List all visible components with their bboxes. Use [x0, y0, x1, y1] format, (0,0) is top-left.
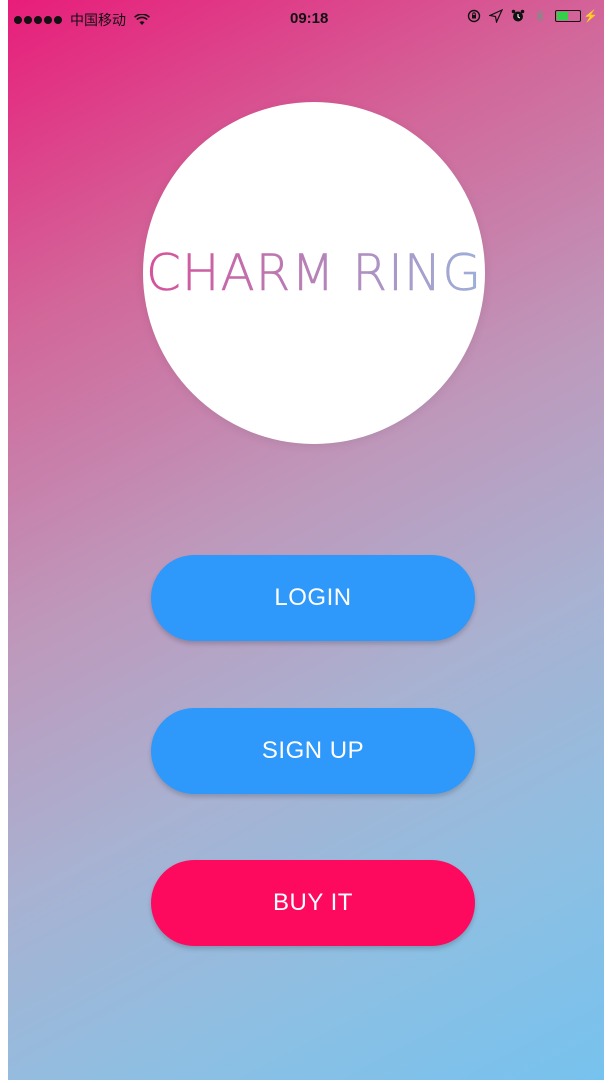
wifi-icon — [134, 14, 150, 25]
carrier-name: 中国移动 — [70, 13, 126, 29]
status-bar: 中国移动 09:18 ⚡ — [8, 0, 604, 38]
buy-it-button[interactable]: BUY IT — [151, 860, 475, 946]
logo-circle: CHARM RING — [143, 102, 485, 444]
status-time: 09:18 — [290, 10, 329, 27]
alarm-icon — [511, 9, 525, 22]
app-screen: 中国移动 09:18 ⚡ CHARM RING LOGIN SIGN UP BU… — [8, 0, 604, 1080]
rotation-lock-icon — [467, 9, 481, 23]
app-logo-text: CHARM RING — [145, 244, 483, 303]
login-button[interactable]: LOGIN — [151, 555, 475, 641]
bluetooth-icon — [536, 9, 544, 23]
sign-up-button[interactable]: SIGN UP — [151, 708, 475, 794]
battery-icon — [555, 10, 582, 22]
status-right: ⚡ — [467, 9, 598, 23]
signal-dots-icon — [14, 16, 62, 24]
charging-icon: ⚡ — [583, 9, 598, 23]
location-icon — [489, 9, 504, 23]
status-left: 中国移动 — [14, 10, 150, 30]
